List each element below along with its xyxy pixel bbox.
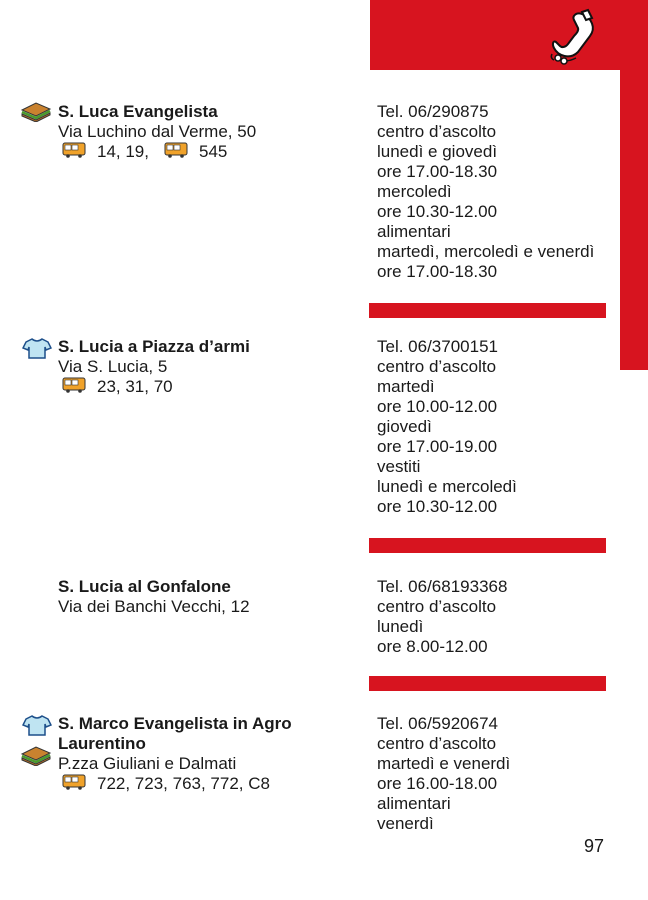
info-line: centro d’ascolto [377, 597, 497, 616]
bus-numbers: 14, 19, [97, 142, 149, 161]
info-line: alimentari [377, 794, 451, 813]
separator-bar [369, 676, 606, 691]
phone-number: Tel. 06/5920674 [377, 714, 498, 733]
bus-numbers: 545 [199, 142, 228, 161]
info-line: ore 10.30-12.00 [377, 202, 498, 221]
entry-info: Tel. 06/3700151 centro d’ascolto martedì… [377, 337, 617, 517]
info-line: ore 10.00-12.00 [377, 397, 498, 416]
info-line: centro d’ascolto [377, 122, 497, 141]
tshirt-icon [22, 338, 52, 359]
bus-lines: 722, 723, 763, 772, C8 [58, 774, 358, 794]
entry-name: S. Lucia a Piazza d’armi [58, 337, 250, 356]
page-number: 97 [584, 836, 605, 856]
entry-name: S. Luca Evangelista [58, 102, 218, 121]
bus-lines: 23, 31, 70 [58, 377, 358, 397]
info-line: lunedì e giovedì [377, 142, 498, 161]
bus-icon [164, 142, 188, 158]
info-line: lunedì e mercoledì [377, 477, 517, 496]
info-line: ore 17.00-19.00 [377, 437, 498, 456]
sandwich-icon [20, 746, 52, 766]
info-line: alimentari [377, 222, 451, 241]
entry-name: S. Lucia al Gonfalone [58, 577, 231, 596]
info-line: ore 17.00-18.30 [377, 262, 498, 281]
telephone-icon [550, 8, 594, 65]
info-line: centro d’ascolto [377, 734, 497, 753]
entry-address: Via dei Banchi Vecchi, 12 [58, 597, 250, 616]
separator-bar [369, 303, 606, 318]
info-line: mercoledì [377, 182, 452, 201]
entry-address: Via S. Lucia, 5 [58, 357, 168, 376]
info-line: centro d’ascolto [377, 357, 497, 376]
bus-icon [62, 142, 86, 158]
bus-lines: 14, 19, 545 [58, 142, 358, 162]
info-line: ore 8.00-12.00 [377, 637, 488, 656]
red-header-band [370, 0, 648, 70]
info-line: martedì, mercoledì e venerdì [377, 242, 595, 261]
info-line: vestiti [377, 457, 421, 476]
bus-icon [62, 774, 86, 790]
info-line: ore 17.00-18.30 [377, 162, 498, 181]
info-line: giovedì [377, 417, 432, 436]
tshirt-icon [22, 715, 52, 736]
info-line: ore 16.00-18.00 [377, 774, 498, 793]
info-line: lunedì [377, 617, 424, 636]
phone-number: Tel. 06/68193368 [377, 577, 508, 596]
info-line: venerdì [377, 814, 434, 833]
red-side-tab [620, 70, 648, 370]
separator-bar [369, 538, 606, 553]
info-line: martedì [377, 377, 435, 396]
info-line: ore 10.30-12.00 [377, 497, 498, 516]
phone-number: Tel. 06/290875 [377, 102, 489, 121]
bus-numbers: 722, 723, 763, 772, C8 [97, 774, 270, 793]
phone-number: Tel. 06/3700151 [377, 337, 498, 356]
entry-info: Tel. 06/68193368 centro d’ascolto lunedì… [377, 577, 617, 657]
entry-name-continued: Laurentino [58, 734, 146, 753]
entry-info: Tel. 06/290875 centro d’ascolto lunedì e… [377, 102, 617, 282]
entry-info: Tel. 06/5920674 centro d’ascolto martedì… [377, 714, 617, 834]
info-line: martedì e venerdì [377, 754, 511, 773]
entry-address: P.zza Giuliani e Dalmati [58, 754, 237, 773]
bus-icon [62, 377, 86, 393]
bus-numbers: 23, 31, 70 [97, 377, 173, 396]
entry-name: S. Marco Evangelista in Agro [58, 714, 292, 733]
sandwich-icon [20, 102, 52, 122]
entry-address: Via Luchino dal Verme, 50 [58, 122, 257, 141]
